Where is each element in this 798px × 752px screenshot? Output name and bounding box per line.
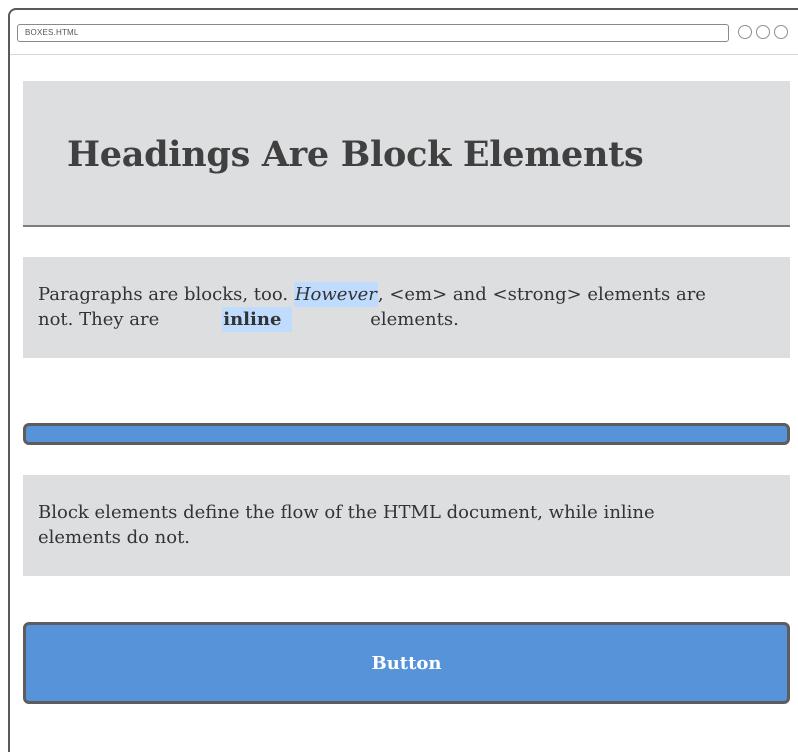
paragraph-text-4: elements. — [370, 309, 459, 330]
address-bar[interactable]: BOXES.HTML — [17, 24, 729, 42]
paragraph-line-2: not. They are inline elements. — [38, 307, 776, 332]
paragraph-line-1: Paragraphs are blocks, too. However, <em… — [38, 282, 776, 307]
paragraph-text-1: Paragraphs are blocks, too. — [38, 284, 294, 305]
window-control-circle-icon[interactable] — [756, 25, 770, 39]
primary-button[interactable]: Button — [23, 622, 790, 704]
block-flow-paragraph: Block elements define the flow of the HT… — [23, 475, 790, 576]
window-control-circle-icon[interactable] — [738, 25, 752, 39]
window-controls — [738, 25, 788, 41]
em-inline-example: However — [293, 282, 378, 307]
paragraph-text-2: , <em> and <strong> elements are — [377, 284, 706, 305]
empty-blue-block — [23, 423, 790, 445]
window-control-circle-icon[interactable] — [774, 25, 788, 39]
page-heading: Headings Are Block Elements — [67, 134, 644, 175]
address-text: BOXES.HTML — [25, 28, 79, 37]
toolbar-divider — [10, 54, 798, 55]
paragraph-text-3: not. They are — [38, 309, 160, 330]
paragraph-line-2: elements do not. — [38, 527, 191, 548]
heading-block: Headings Are Block Elements — [23, 81, 790, 227]
paragraph-line-1: Block elements define the flow of the HT… — [38, 502, 655, 523]
strong-inline-example: inline — [222, 307, 293, 332]
inline-example-paragraph: Paragraphs are blocks, too. However, <em… — [23, 257, 790, 358]
